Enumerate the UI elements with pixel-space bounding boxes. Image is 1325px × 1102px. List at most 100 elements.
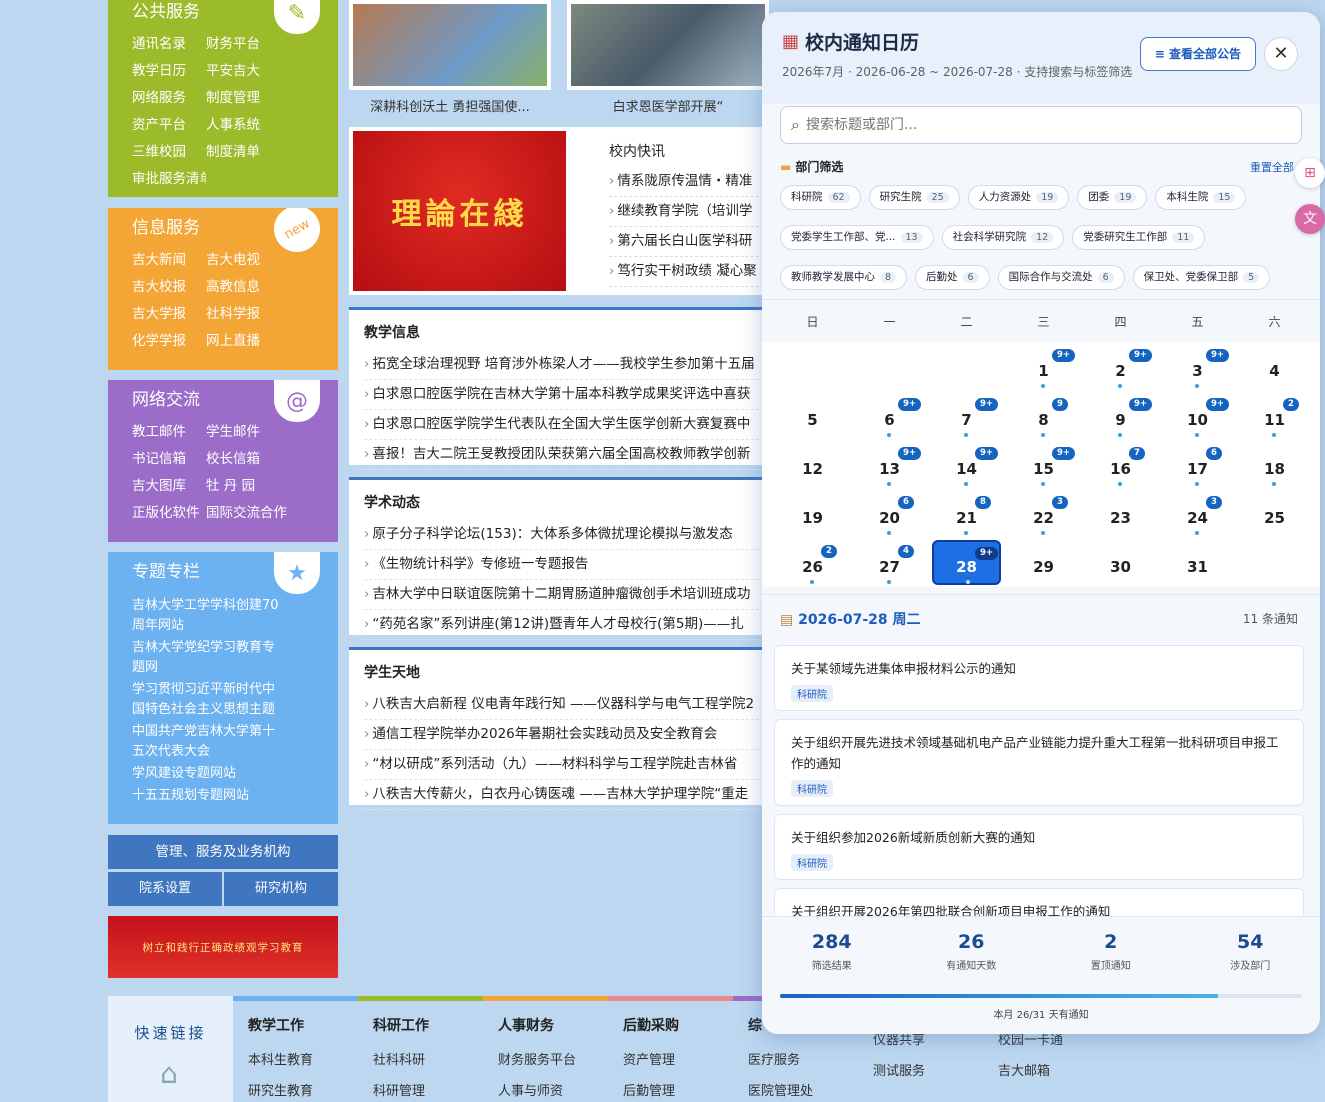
calendar-day[interactable]: 11 2 — [1236, 391, 1313, 440]
calendar-day[interactable]: 30 — [1082, 538, 1159, 587]
quick-news-item[interactable]: › 继续教育学院（培训学 — [609, 197, 769, 227]
service-link[interactable]: 学风建设专题网站 — [132, 764, 282, 784]
calendar-day[interactable]: 5 — [774, 391, 851, 440]
footer-link[interactable]: 医疗服务 — [748, 1049, 858, 1068]
news-item[interactable]: › 通信工程学院举办2026年暑期社会实践动员及安全教育会 — [364, 720, 769, 750]
calendar-day[interactable]: 15 9+ — [1005, 440, 1082, 489]
service-link[interactable]: 审批服务清单 — [132, 169, 206, 189]
dept-chip[interactable]: 社会科学研究院 12 — [941, 225, 1065, 250]
calendar-day[interactable]: 31 — [1159, 538, 1236, 587]
service-link[interactable]: 制度管理 — [206, 88, 316, 108]
service-link[interactable]: 吉大学报 — [132, 304, 206, 324]
footer-link[interactable]: 研究生教育 — [248, 1080, 358, 1099]
calendar-day[interactable]: 1 9+ — [1005, 342, 1082, 391]
calendar-day[interactable]: 17 6 — [1159, 440, 1236, 489]
calendar-day[interactable]: 29 — [1005, 538, 1082, 587]
calendar-day[interactable]: 3 9+ — [1159, 342, 1236, 391]
footer-link[interactable]: 资产管理 — [623, 1049, 733, 1068]
notice-item[interactable]: 关于组织参加2026新域新质创新大赛的通知 科研院 — [774, 814, 1304, 880]
photo-caption-1[interactable]: 深耕科创沃土 勇担强国使... — [349, 96, 551, 115]
calendar-day[interactable]: 25 — [1236, 489, 1313, 538]
close-button[interactable]: ✕ — [1264, 37, 1298, 71]
dept-chip[interactable]: 国际合作与交流处 6 — [997, 265, 1125, 290]
news-item[interactable]: › 原子分子科学论坛(153)：大体系多体微扰理论模拟与激发态 — [364, 520, 769, 550]
service-link[interactable]: 中国共产党吉林大学第十五次代表大会 — [132, 722, 282, 762]
service-link[interactable]: 网络服务 — [132, 88, 206, 108]
service-link[interactable]: 社科学报 — [206, 304, 316, 324]
service-link[interactable]: 教学日历 — [132, 61, 206, 81]
calendar-day[interactable]: 4 — [1236, 342, 1313, 391]
footer-link[interactable]: 测试服务 — [873, 1060, 983, 1079]
footer-link[interactable]: 社科科研 — [373, 1049, 483, 1068]
quick-news-item[interactable]: › 笃行实干树政绩 凝心聚 — [609, 257, 769, 287]
reset-all-link[interactable]: 重置全部 — [1250, 159, 1294, 175]
dept-chip[interactable]: 党委研究生工作部 11 — [1072, 225, 1206, 250]
dept-chip[interactable]: 教师教学发展中心 8 — [780, 265, 908, 290]
dept-setting-link[interactable]: 院系设置 — [108, 872, 222, 906]
calendar-day[interactable]: 14 9+ — [928, 440, 1005, 489]
calendar-day[interactable]: 13 9+ — [851, 440, 928, 489]
service-link[interactable]: 网上直播 — [206, 331, 316, 351]
service-link[interactable]: 平安吉大 — [206, 61, 316, 81]
theory-online-image[interactable]: 理論在綫 — [353, 131, 566, 291]
footer-link[interactable]: 财务服务平台 — [498, 1049, 608, 1068]
news-item[interactable]: › 拓宽全球治理视野 培育涉外栋梁人才——我校学生参加第十五届 — [364, 350, 769, 380]
view-all-button[interactable]: ≡ 查看全部公告 — [1139, 37, 1256, 71]
dept-chip[interactable]: 本科生院 15 — [1155, 185, 1247, 210]
service-link[interactable]: 吉大图库 — [132, 476, 206, 496]
calendar-day[interactable]: 89 — [1005, 391, 1082, 440]
footer-link[interactable]: 后勤管理 — [623, 1080, 733, 1099]
quick-news-item[interactable]: › 第六届长白山医学科研 — [609, 227, 769, 257]
calendar-day[interactable]: 10 9+ — [1159, 391, 1236, 440]
search-input[interactable] — [805, 117, 1301, 133]
service-link[interactable]: 制度清单 — [206, 142, 316, 162]
calendar-day[interactable]: 7 9+ — [928, 391, 1005, 440]
dept-chip[interactable]: 后勤处 6 — [915, 265, 990, 290]
org-link-bar[interactable]: 管理、服务及业务机构 — [108, 835, 338, 869]
calendar-day[interactable]: 19 — [774, 489, 851, 538]
calendar-day[interactable]: 22 3 — [1005, 489, 1082, 538]
service-link[interactable]: 吉林大学党纪学习教育专题网 — [132, 638, 282, 678]
service-link[interactable]: 吉大校报 — [132, 277, 206, 297]
notice-item[interactable]: 关于组织开展先进技术领域基础机电产品产业链能力提升重大工程第一批科研项目申报工作… — [774, 719, 1304, 806]
calendar-day[interactable]: 12 — [774, 440, 851, 489]
news-item[interactable]: › 八秩吉大传薪火，白衣丹心铸医魂 ——吉林大学护理学院“重走 — [364, 780, 769, 810]
footer-link[interactable]: 本科生教育 — [248, 1049, 358, 1068]
service-link[interactable]: 高教信息 — [206, 277, 316, 297]
quick-news-item[interactable]: › 情系陇原传温情・精准 — [609, 167, 769, 197]
service-link[interactable]: 吉大新闻 — [132, 250, 206, 270]
translate-icon[interactable]: 文 — [1295, 204, 1325, 234]
apps-icon[interactable]: ⊞ — [1295, 158, 1325, 188]
service-link[interactable]: 吉大电视 — [206, 250, 316, 270]
news-item[interactable]: › 吉林大学中日联谊医院第十二期胃肠道肿瘤微创手术培训班成功 — [364, 580, 769, 610]
footer-link[interactable]: 吉大邮箱 — [998, 1060, 1108, 1079]
service-link[interactable]: 资产平台 — [132, 115, 206, 135]
service-link[interactable]: 学生邮件 — [206, 422, 316, 442]
calendar-day[interactable]: 6 9+ — [851, 391, 928, 440]
service-link[interactable]: 校长信箱 — [206, 449, 316, 469]
news-photo-2[interactable] — [567, 0, 769, 90]
calendar-day[interactable]: 26 2 — [774, 538, 851, 587]
dept-chip[interactable]: 团委 19 — [1077, 185, 1148, 210]
dept-chip[interactable]: 科研院 62 — [780, 185, 861, 210]
calendar-day[interactable]: 23 — [1082, 489, 1159, 538]
service-link[interactable]: 教工邮件 — [132, 422, 206, 442]
calendar-day[interactable]: 27 4 — [851, 538, 928, 587]
footer-link[interactable]: 科研管理 — [373, 1080, 483, 1099]
calendar-day[interactable]: 20 6 — [851, 489, 928, 538]
news-item[interactable]: › 白求恩口腔医学院学生代表队在全国大学生医学创新大赛复赛中 — [364, 410, 769, 440]
notice-item[interactable]: 关于某领域先进集体申报材料公示的通知 科研院 — [774, 645, 1304, 711]
news-photo-1[interactable] — [349, 0, 551, 90]
service-link[interactable]: 通讯名录 — [132, 34, 206, 54]
service-link[interactable]: 学习贯彻习近平新时代中国特色社会主义思想主题 — [132, 680, 282, 720]
service-link[interactable]: 三维校园 — [132, 142, 206, 162]
calendar-day[interactable]: 18 — [1236, 440, 1313, 489]
news-item[interactable]: › “药苑名家”系列讲座(第12讲)暨青年人才母校行(第5期)——扎 — [364, 610, 769, 640]
news-item[interactable]: › “材以研成”系列活动（九）——材料科学与工程学院赴吉林省 — [364, 750, 769, 780]
service-link[interactable]: 正版化软件 — [132, 503, 206, 523]
calendar-day[interactable]: 9 9+ — [1082, 391, 1159, 440]
service-link[interactable]: 十五五规划专题网站 — [132, 786, 282, 806]
service-link[interactable]: 国际交流合作 — [206, 503, 316, 523]
dept-chip[interactable]: 研究生院 25 — [868, 185, 960, 210]
news-item[interactable]: › 白求恩口腔医学院在吉林大学第十届本科教学成果奖评选中喜获 — [364, 380, 769, 410]
